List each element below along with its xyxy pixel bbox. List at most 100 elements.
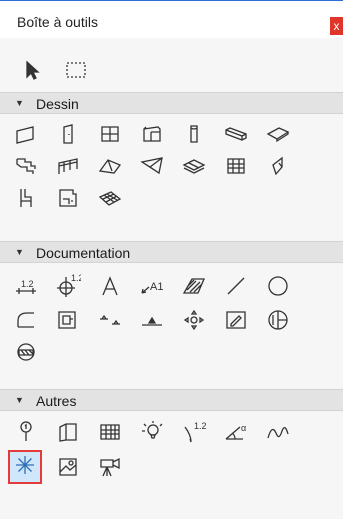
section-label: Documentation: [36, 245, 131, 261]
svg-text:α: α: [241, 423, 246, 433]
hotspot-icon: [183, 309, 205, 331]
railing-tool-button[interactable]: [10, 150, 42, 182]
curtain-wall-icon: [182, 159, 206, 174]
svg-text:1.2: 1.2: [21, 279, 34, 289]
change-marker-icon: [268, 310, 288, 330]
dimension-icon: 1.2: [16, 279, 36, 294]
radial-dimension-icon: α: [225, 423, 246, 440]
svg-text:A1: A1: [150, 281, 163, 293]
chevron-down-icon: ▼: [15, 98, 24, 108]
curve-tool-button[interactable]: [262, 416, 294, 448]
marker-icon: [20, 421, 32, 441]
text-icon: [102, 276, 118, 296]
beam-icon: [190, 125, 198, 143]
arc-icon: [17, 312, 34, 328]
level-dimension-icon: 1.2: [57, 273, 81, 297]
section-label: Dessin: [36, 96, 79, 112]
door-frame-icon: [59, 423, 77, 442]
column-icon: [143, 126, 161, 142]
elevation-tool-button[interactable]: [94, 304, 126, 336]
mesh-icon: [59, 189, 77, 207]
curtain-wall-tool-button[interactable]: [178, 150, 210, 182]
sun-tool-button[interactable]: [8, 450, 42, 484]
toolbox-panel: Boîte à outils x ▼ Dessin ▼ Documentatio…: [0, 0, 343, 519]
door-icon: [63, 124, 73, 144]
lamp-icon: [142, 421, 163, 439]
stair-tool-button[interactable]: [262, 118, 294, 150]
chevron-down-icon: ▼: [15, 247, 24, 257]
shell-tool-button[interactable]: [94, 150, 126, 182]
terrain-icon: [98, 191, 122, 206]
curve-icon: [267, 427, 289, 439]
arrow-icon: [26, 60, 40, 80]
level-dimension-tool-button[interactable]: 1.2: [52, 270, 84, 302]
photo-tool-button[interactable]: [52, 451, 84, 483]
radial-dimension-tool-button[interactable]: α: [220, 416, 252, 448]
arrow-tool-button[interactable]: [15, 54, 47, 86]
door-frame-tool-button[interactable]: [52, 416, 84, 448]
camera-tool-button[interactable]: [94, 451, 126, 483]
morph-tool-button[interactable]: [220, 150, 252, 182]
slab-tool-button[interactable]: [220, 118, 252, 150]
section-label: Autres: [36, 393, 77, 409]
skylight-tool-button[interactable]: [136, 150, 168, 182]
circle-tool-button[interactable]: [262, 270, 294, 302]
label-icon: A1: [141, 281, 163, 294]
hotspot-tool-button[interactable]: [178, 304, 210, 336]
zone-tool-button[interactable]: [10, 182, 42, 214]
window-tool-button[interactable]: [94, 118, 126, 150]
circle-icon: [268, 276, 288, 296]
section-header-autres[interactable]: ▼ Autres: [0, 389, 343, 411]
wall-tool-button[interactable]: [10, 118, 42, 150]
angle-dimension-tool-button[interactable]: 1.2: [178, 416, 210, 448]
elevation-icon: [100, 314, 120, 325]
line-icon: [227, 277, 245, 295]
svg-text:1.2: 1.2: [194, 421, 207, 431]
level-icon: [142, 316, 162, 326]
mesh-tool-button[interactable]: [52, 182, 84, 214]
chevron-down-icon: ▼: [15, 395, 24, 405]
section-header-documentation[interactable]: ▼ Documentation: [0, 241, 343, 263]
section-header-dessin[interactable]: ▼ Dessin: [0, 92, 343, 114]
column-tool-button[interactable]: [136, 118, 168, 150]
door-tool-button[interactable]: [52, 118, 84, 150]
shell-icon: [98, 159, 122, 174]
arc-tool-button[interactable]: [10, 304, 42, 336]
marker-tool-button[interactable]: [10, 416, 42, 448]
fill-tool-button[interactable]: [178, 270, 210, 302]
figure-tool-button[interactable]: [10, 336, 42, 368]
dimension-tool-button[interactable]: 1.2: [10, 270, 42, 302]
beam-tool-button[interactable]: [178, 118, 210, 150]
figure-icon: [17, 343, 35, 361]
svg-text:1.2: 1.2: [71, 273, 81, 283]
grid-icon: [100, 424, 120, 440]
drawing-tool-button[interactable]: [52, 304, 84, 336]
label-tool-button[interactable]: A1: [136, 270, 168, 302]
camera-icon: [100, 457, 120, 477]
railing-icon: [16, 158, 36, 174]
marquee-tool-button[interactable]: [60, 54, 92, 86]
photo-icon: [59, 458, 77, 476]
terrain-tool-button[interactable]: [94, 182, 126, 214]
stair-icon: [266, 127, 290, 143]
title-bar: Boîte à outils x: [0, 0, 343, 38]
sun-icon: [16, 455, 34, 474]
drawing-icon: [58, 311, 76, 329]
worksheet-tool-button[interactable]: [220, 304, 252, 336]
object-tool-button[interactable]: [262, 150, 294, 182]
window-icon: [101, 126, 119, 142]
roof-tool-button[interactable]: [52, 150, 84, 182]
lamp-tool-button[interactable]: [136, 416, 168, 448]
roof-icon: [58, 158, 78, 174]
change-marker-tool-button[interactable]: [262, 304, 294, 336]
marquee-icon: [66, 62, 86, 78]
fill-icon: [182, 278, 205, 294]
line-tool-button[interactable]: [220, 270, 252, 302]
grid-tool-button[interactable]: [94, 416, 126, 448]
level-tool-button[interactable]: [136, 304, 168, 336]
zone-icon: [20, 189, 32, 207]
text-tool-button[interactable]: [94, 270, 126, 302]
object-icon: [272, 156, 283, 176]
close-button[interactable]: x: [330, 17, 343, 35]
morph-icon: [227, 158, 245, 174]
